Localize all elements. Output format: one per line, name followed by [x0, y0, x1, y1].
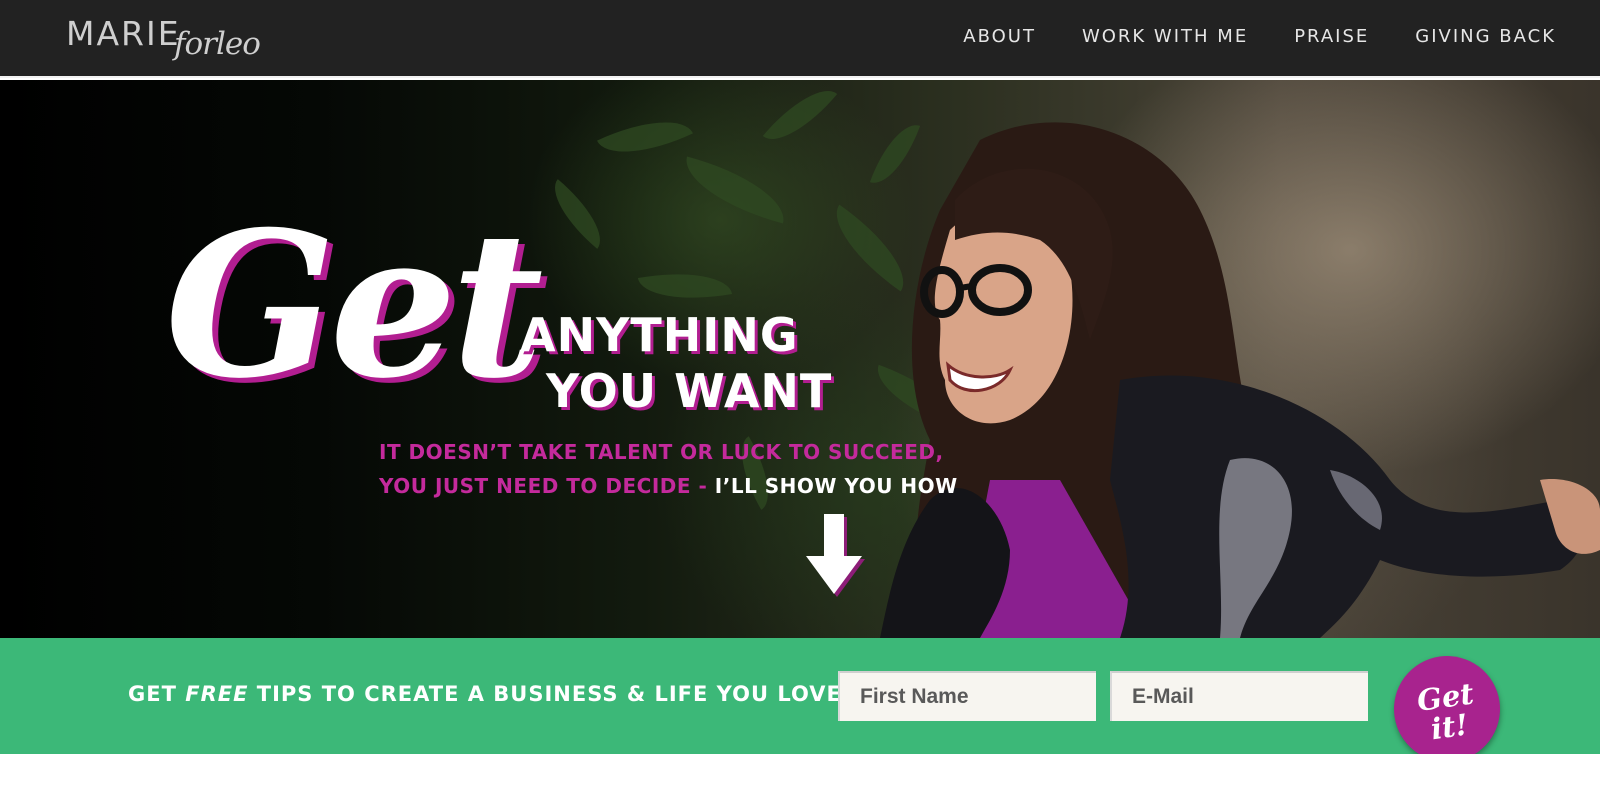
hero-subtitle-white: I’LL SHOW YOU HOW: [714, 474, 958, 498]
first-name-input[interactable]: [838, 671, 1096, 721]
down-arrow-icon: [806, 514, 865, 597]
main-nav: ABOUT WORK WITH ME PRAISE GIVING BACK: [963, 26, 1556, 47]
get-it-button[interactable]: Get it!: [1387, 649, 1507, 769]
hero-headline: Get ANYTHING YOU WANT IT DOESN’T TAKE TA…: [0, 80, 1600, 638]
nav-work-with-me[interactable]: WORK WITH ME: [1082, 26, 1248, 47]
page-content-area: [0, 754, 1600, 807]
site-logo[interactable]: MARIE forleo: [66, 12, 286, 64]
headline-you-want: YOU WANT: [546, 364, 833, 418]
headline-anything: ANYTHING: [520, 308, 799, 362]
nav-about[interactable]: ABOUT: [963, 26, 1036, 47]
email-input[interactable]: [1110, 671, 1368, 721]
hero-subtitle-line1: IT DOESN’T TAKE TALENT OR LUCK TO SUCCEE…: [379, 440, 944, 464]
optin-text-free: FREE: [185, 682, 249, 706]
logo-script: forleo: [174, 26, 261, 62]
headline-get: Get: [165, 188, 543, 423]
nav-praise[interactable]: PRAISE: [1294, 26, 1369, 47]
optin-headline: GET FREE TIPS TO CREATE A BUSINESS & LIF…: [128, 682, 842, 706]
logo-wordmark: MARIE: [66, 14, 181, 53]
optin-text-rest: TIPS TO CREATE A BUSINESS & LIFE YOU LOV…: [248, 682, 842, 706]
newsletter-optin: GET FREE TIPS TO CREATE A BUSINESS & LIF…: [0, 638, 1600, 769]
optin-text-get: GET: [128, 682, 186, 706]
site-header: MARIE forleo ABOUT WORK WITH ME PRAISE G…: [0, 0, 1600, 78]
hero-subtitle-line2: YOU JUST NEED TO DECIDE - I’LL SHOW YOU …: [379, 474, 958, 498]
nav-giving-back[interactable]: GIVING BACK: [1415, 26, 1556, 47]
hero-subtitle-pink: YOU JUST NEED TO DECIDE -: [379, 474, 715, 498]
hero-banner: Get ANYTHING YOU WANT IT DOESN’T TAKE TA…: [0, 80, 1600, 638]
